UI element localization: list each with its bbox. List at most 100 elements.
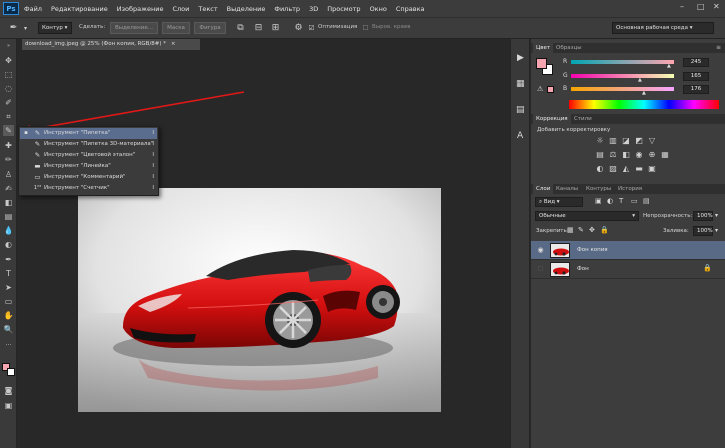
filter-adjustment-icon[interactable]: ◐ <box>607 197 613 205</box>
menu-view[interactable]: Просмотр <box>327 5 360 13</box>
tab-color[interactable]: Цвет <box>533 43 554 53</box>
flyout-item-3d-eyedropper[interactable]: ✎ Инструмент "Пипетка 3D-материала" I <box>20 139 157 150</box>
path-selection-tool-icon[interactable]: ➤ <box>3 282 14 293</box>
levels-icon[interactable]: ▥ <box>608 136 618 146</box>
brightness-contrast-icon[interactable]: ☼ <box>595 136 605 146</box>
flyout-item-counter[interactable]: 1²³ Инструмент "Счетчик" I <box>20 183 157 194</box>
menu-window[interactable]: Окно <box>370 5 387 13</box>
selective-color-icon[interactable]: ▣ <box>647 164 657 174</box>
fill-value[interactable]: 100% <box>693 226 713 236</box>
minimize-button[interactable]: – <box>680 2 684 11</box>
flyout-item-eyedropper[interactable]: ▪ ✎ Инструмент "Пипетка" I <box>20 128 157 139</box>
gradient-map-icon[interactable]: ▬ <box>634 164 644 174</box>
screen-mode-icon[interactable]: ▣ <box>3 400 14 411</box>
optimize-checkbox[interactable]: ☑ <box>306 23 317 34</box>
tab-swatches[interactable]: Образцы <box>553 43 585 53</box>
flyout-item-color-sampler[interactable]: ✎ Инструмент "Цветовой эталон" I <box>20 150 157 161</box>
color-balance-icon[interactable]: ⚖ <box>608 150 618 160</box>
posterize-icon[interactable]: ▨ <box>608 164 618 174</box>
layer-name: Фон копия <box>577 247 608 253</box>
eraser-tool-icon[interactable]: ◧ <box>3 197 14 208</box>
visibility-toggle[interactable]: ☐ <box>536 265 545 274</box>
filter-pixel-icon[interactable]: ▣ <box>595 197 602 205</box>
tab-paths[interactable]: Контуры <box>583 184 614 194</box>
close-window-button[interactable]: ✕ <box>713 2 720 11</box>
type-tool-icon[interactable]: T <box>3 268 14 279</box>
red-slider[interactable] <box>571 60 674 64</box>
more-tools-icon[interactable]: … <box>3 338 14 349</box>
layer-filter-select[interactable]: ⌕ Вид ▾ <box>535 197 583 207</box>
document-canvas[interactable] <box>78 188 441 412</box>
lock-all-icon[interactable]: 🔒 <box>600 226 609 234</box>
brush-tool-icon[interactable]: ✏ <box>3 154 14 165</box>
blue-slider[interactable] <box>571 87 674 91</box>
selected-bullet-icon: ▪ <box>24 130 28 136</box>
menu-filter[interactable]: Фильтр <box>274 5 300 13</box>
blue-value[interactable]: 176 <box>683 85 709 94</box>
layer-name: Фон <box>577 266 589 272</box>
fill-dropdown-icon[interactable]: ▾ <box>715 227 718 234</box>
red-slider-handle-icon[interactable]: ▲ <box>667 63 671 69</box>
red-value[interactable]: 245 <box>683 58 709 67</box>
blue-slider-handle-icon[interactable]: ▲ <box>642 90 646 96</box>
opacity-value[interactable]: 100% <box>693 211 713 221</box>
invert-icon[interactable]: ◐ <box>595 164 605 174</box>
tab-layers[interactable]: Слои <box>533 184 554 194</box>
filter-type-icon[interactable]: T <box>619 197 623 205</box>
hue-saturation-icon[interactable]: ▤ <box>595 150 605 160</box>
layer-row[interactable]: ☐ Фон 🔒 <box>531 260 725 279</box>
play-actions-icon[interactable]: ▶ <box>517 53 524 63</box>
black-white-icon[interactable]: ◧ <box>621 150 631 160</box>
panel-menu-icon[interactable]: ≡ <box>716 44 721 51</box>
dodge-tool-icon[interactable]: ◐ <box>3 239 14 250</box>
color-lookup-icon[interactable]: ▦ <box>660 150 670 160</box>
vibrance-icon[interactable]: ▽ <box>647 136 657 146</box>
menu-3d[interactable]: 3D <box>309 5 318 13</box>
gear-icon[interactable]: ⚙ <box>293 23 304 34</box>
shape-tool-icon[interactable]: ▭ <box>3 296 14 307</box>
green-slider[interactable] <box>571 74 674 78</box>
brush-presets-icon[interactable]: ▦ <box>516 79 525 89</box>
threshold-icon[interactable]: ◭ <box>621 164 631 174</box>
flyout-item-note[interactable]: ▭ Инструмент "Комментарий" I <box>20 172 157 183</box>
visibility-eye-icon[interactable]: ◉ <box>536 246 545 255</box>
align-edges-checkbox[interactable]: ☐ <box>360 23 371 34</box>
lock-pixels-icon[interactable]: ✎ <box>578 226 584 234</box>
blend-mode-select[interactable]: Обычные ▾ <box>535 211 639 221</box>
hand-tool-icon[interactable]: ✋ <box>3 310 14 321</box>
flyout-item-ruler[interactable]: ▬ Инструмент "Линейка" I <box>20 161 157 172</box>
layer-row[interactable]: ◉ Фон копия <box>531 241 725 260</box>
exposure-icon[interactable]: ◩ <box>634 136 644 146</box>
pen-tool-icon[interactable]: ✒ <box>3 254 14 265</box>
green-slider-handle-icon[interactable]: ▲ <box>638 77 642 83</box>
background-color-swatch[interactable] <box>7 368 15 376</box>
quick-mask-icon[interactable]: ◙ <box>3 385 14 396</box>
gamut-warning-icon[interactable]: ⚠ <box>537 85 543 93</box>
color-spectrum-bar[interactable] <box>569 100 719 109</box>
green-value[interactable]: 165 <box>683 72 709 81</box>
channel-mixer-icon[interactable]: ⊕ <box>647 150 657 160</box>
blur-tool-icon[interactable]: 💧 <box>3 225 14 236</box>
gamut-color-swatch[interactable] <box>547 86 554 93</box>
lock-transparency-icon[interactable]: ▦ <box>567 226 574 234</box>
menu-help[interactable]: Справка <box>396 5 425 13</box>
character-icon[interactable]: A <box>517 131 523 141</box>
gradient-tool-icon[interactable]: ▤ <box>3 211 14 222</box>
filter-smart-object-icon[interactable]: ▤ <box>643 197 650 205</box>
tab-adjustments[interactable]: Коррекция <box>533 114 571 124</box>
lock-position-icon[interactable]: ✥ <box>589 226 595 234</box>
history-brush-tool-icon[interactable]: ✍ <box>3 183 14 194</box>
maximize-button[interactable]: □ <box>697 2 705 11</box>
path-arrangement-icon[interactable]: ⊞ <box>270 23 281 34</box>
filter-shape-icon[interactable]: ▭ <box>631 197 638 205</box>
tab-history[interactable]: История <box>615 184 645 194</box>
properties-icon[interactable]: ▤ <box>516 105 525 115</box>
photo-filter-icon[interactable]: ◉ <box>634 150 644 160</box>
curves-icon[interactable]: ◪ <box>621 136 631 146</box>
zoom-tool-icon[interactable]: 🔍 <box>3 324 14 335</box>
workspace-select[interactable]: Основная рабочая среда ▾ <box>612 22 714 34</box>
opacity-dropdown-icon[interactable]: ▾ <box>715 212 718 219</box>
tab-styles[interactable]: Стили <box>571 114 595 124</box>
tab-channels[interactable]: Каналы <box>553 184 581 194</box>
clone-stamp-tool-icon[interactable]: ♙ <box>3 169 14 180</box>
